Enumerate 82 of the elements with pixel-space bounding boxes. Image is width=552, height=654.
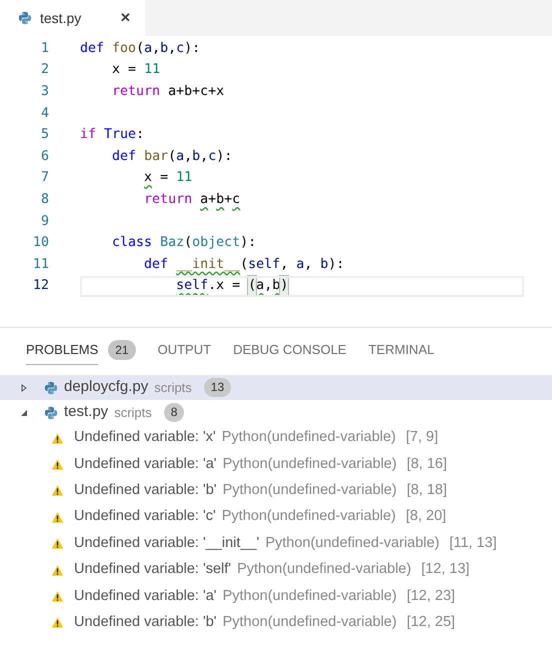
problem-source: Python(undefined-variable) xyxy=(222,428,396,448)
panel-tab[interactable]: TERMINAL xyxy=(368,335,434,365)
problem-row[interactable]: Undefined variable: '__init__' Python(undefined-variable) [11, 13] xyxy=(0,530,552,557)
file-name: deploycfg.py xyxy=(64,377,148,398)
warning-icon xyxy=(51,484,64,498)
code-line: def bar(a,b,c): xyxy=(111,148,232,166)
problem-position: [8, 20] xyxy=(406,507,446,526)
problem-position: [12, 25] xyxy=(406,613,456,632)
warning-icon xyxy=(51,537,64,550)
warning-icon xyxy=(51,510,64,524)
editor-tab[interactable]: test.py ✕ xyxy=(0,0,145,36)
file-row[interactable]: deploycfg.py scripts 13 xyxy=(0,375,552,400)
problem-message: Undefined variable: 'a' xyxy=(74,586,217,606)
folder-label: scripts xyxy=(114,404,152,422)
problem-source: Python(undefined-variable) xyxy=(222,507,396,526)
problem-position: [12, 23] xyxy=(406,586,456,606)
code-line: class Baz(object): xyxy=(111,234,256,252)
problem-source: Python(undefined-variable) xyxy=(222,481,397,500)
count-badge: 8 xyxy=(164,403,184,422)
warning-icon xyxy=(51,616,64,630)
warning-icon xyxy=(51,564,64,577)
python-icon xyxy=(18,11,32,25)
panel-tab[interactable]: DEBUG CONSOLE xyxy=(233,335,346,365)
problem-message: Undefined variable: 'b' xyxy=(74,481,217,500)
problem-row[interactable]: Undefined variable: 'c' Python(undefined-variable) [8, 20] xyxy=(0,504,552,531)
code-line: return a+b+c+x xyxy=(111,83,224,102)
warning-icon xyxy=(51,590,64,604)
line-number: 12 xyxy=(32,277,49,296)
line-number: 7 xyxy=(40,169,49,188)
problem-position: [8, 18] xyxy=(406,481,447,500)
warning-icon xyxy=(51,458,64,472)
code-line: return a+b+c xyxy=(143,190,240,209)
problem-position: [8, 16] xyxy=(406,454,447,474)
problem-source: Python(undefined-variable) xyxy=(222,586,397,606)
warning-icon xyxy=(51,432,64,445)
collapsed-caret-icon[interactable] xyxy=(20,384,28,392)
problem-row[interactable]: Undefined variable: 'a' Python(undefined-variable) [8, 16] xyxy=(0,451,552,478)
code-line: x = 11 xyxy=(111,61,160,80)
close-icon[interactable]: ✕ xyxy=(120,8,131,28)
code-line: def __init__(self, a, b): xyxy=(143,256,344,274)
problem-row[interactable]: Undefined variable: 'self' Python(undefined-variable) [12, 13] xyxy=(0,556,552,584)
tab-label: test.py xyxy=(40,8,82,28)
problem-source: Python(undefined-variable) xyxy=(222,454,397,474)
python-icon xyxy=(44,406,58,420)
problem-source: Python(undefined-variable) xyxy=(222,613,397,632)
problem-message: Undefined variable: 'c' xyxy=(74,507,216,526)
file-row[interactable]: test.py scripts 8 xyxy=(0,400,552,425)
line-number: 8 xyxy=(40,190,49,209)
line-number: 10 xyxy=(32,234,49,252)
problem-row[interactable]: Undefined variable: 'a' Python(undefined-variable) [12, 23] xyxy=(0,583,552,610)
problem-position: [12, 13] xyxy=(421,560,470,580)
code-line: x = 11 xyxy=(143,169,192,188)
code-line: if True: xyxy=(80,126,144,144)
problem-source: Python(undefined-variable) xyxy=(265,534,440,553)
line-number: 5 xyxy=(40,126,49,144)
problem-message: Undefined variable: 'x' xyxy=(74,428,216,448)
line-number: 1 xyxy=(40,40,49,58)
expanded-caret-icon[interactable] xyxy=(20,408,28,416)
problem-message: Undefined variable: 'b' xyxy=(74,613,217,632)
count-badge: 13 xyxy=(204,378,232,397)
problem-message: Undefined variable: 'a' xyxy=(74,454,217,474)
code-line: def foo(a,b,c): xyxy=(80,40,200,58)
problem-position: [11, 13] xyxy=(449,534,497,553)
problem-row[interactable]: Undefined variable: 'b' Python(undefined-variable) [8, 18] xyxy=(0,478,552,504)
problem-message: Undefined variable: '__init__' xyxy=(74,534,260,553)
panel-tab[interactable]: OUTPUT xyxy=(158,335,212,365)
problem-row[interactable]: Undefined variable: 'x' Python(undefined-variable) [7, 9] xyxy=(0,425,552,452)
folder-label: scripts xyxy=(154,378,192,397)
python-icon xyxy=(44,380,58,394)
file-name: test.py xyxy=(64,402,108,422)
line-number: 3 xyxy=(40,83,49,102)
line-number: 9 xyxy=(40,212,49,231)
line-number: 11 xyxy=(32,256,49,274)
count-badge: 21 xyxy=(108,340,136,360)
line-number: 6 xyxy=(40,148,49,166)
line-number: 4 xyxy=(40,104,49,123)
panel-tab[interactable]: PROBLEMS xyxy=(26,335,98,365)
line-number: 2 xyxy=(40,61,49,80)
problem-position: [7, 9] xyxy=(406,428,438,448)
problem-row[interactable]: Undefined variable: 'b' Python(undefined-variable) [12, 25] xyxy=(0,610,552,636)
problem-source: Python(undefined-variable) xyxy=(237,560,412,580)
problem-message: Undefined variable: 'self' xyxy=(74,560,232,580)
